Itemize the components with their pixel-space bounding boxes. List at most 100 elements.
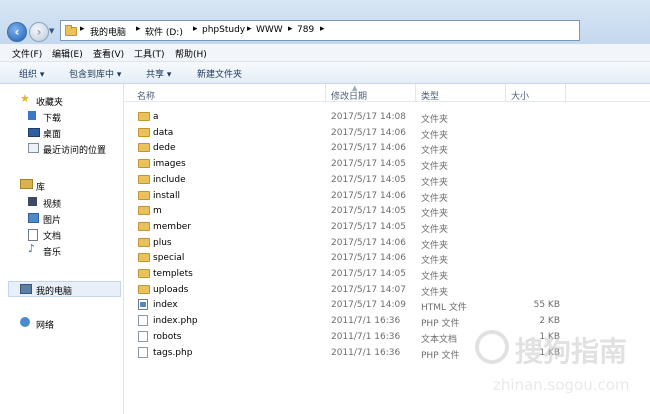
folder-icon [138, 174, 150, 184]
breadcrumb-789[interactable]: 789 [297, 25, 314, 35]
column-divider[interactable] [325, 84, 326, 101]
folder-icon [138, 206, 150, 216]
breadcrumb-drive-d[interactable]: 软件 (D:) [145, 25, 183, 38]
file-type: 文件夹 [421, 240, 449, 251]
file-type: HTML 文件 [421, 303, 467, 314]
history-dropdown-icon[interactable]: ▼ [49, 27, 57, 37]
breadcrumb-separator[interactable]: ▸ [320, 24, 325, 34]
file-row[interactable]: index 2017/5/17 14:09 HTML 文件 55 KB [124, 297, 650, 313]
file-date: 2017/5/17 14:05 [331, 221, 406, 232]
nav-desktop[interactable]: 桌面 [43, 127, 61, 140]
column-divider[interactable] [415, 84, 416, 101]
nav-recent-places[interactable]: 最近访问的位置 [43, 143, 106, 156]
column-divider[interactable] [505, 84, 506, 101]
file-name: index.php [153, 316, 198, 327]
menu-tools[interactable]: 工具(T) [134, 47, 165, 60]
recent-places-icon [28, 143, 39, 153]
nav-documents[interactable]: 文档 [43, 229, 61, 242]
nav-network[interactable]: 网络 [36, 318, 54, 331]
file-row[interactable]: images 2017/5/17 14:05 文件夹 [124, 156, 650, 172]
navigation-pane: ★ 收藏夹 下载 桌面 最近访问的位置 库 视频 图片 文档 ♪ 音乐 我的电脑… [0, 84, 124, 414]
folder-icon [138, 221, 150, 231]
file-row[interactable]: data 2017/5/17 14:06 文件夹 [124, 125, 650, 141]
file-name: uploads [153, 284, 189, 295]
star-icon: ★ [20, 92, 30, 105]
file-row[interactable]: a 2017/5/17 14:08 文件夹 [124, 109, 650, 125]
menu-help[interactable]: 帮助(H) [175, 47, 207, 60]
menu-view[interactable]: 查看(V) [93, 47, 124, 60]
file-row[interactable]: robots 2011/7/1 16:36 文本文档 1 KB [124, 329, 650, 345]
file-row[interactable]: plus 2017/5/17 14:06 文件夹 [124, 235, 650, 251]
column-type[interactable]: 类型 [421, 89, 439, 102]
music-note-icon: ♪ [28, 242, 36, 255]
breadcrumb-separator[interactable]: ▸ [288, 24, 293, 34]
file-name: tags.php [153, 347, 193, 358]
folder-icon [138, 127, 150, 137]
file-date: 2011/7/1 16:36 [331, 316, 401, 327]
file-name: images [153, 159, 186, 170]
file-type: 文件夹 [421, 193, 449, 204]
document-file-icon [138, 330, 148, 342]
column-name[interactable]: 名称 [137, 89, 155, 102]
file-row[interactable]: include 2017/5/17 14:05 文件夹 [124, 172, 650, 188]
nav-videos[interactable]: 视频 [43, 197, 61, 210]
file-type: PHP 文件 [421, 350, 460, 361]
menu-edit[interactable]: 编辑(E) [52, 47, 83, 60]
file-row[interactable]: m 2017/5/17 14:05 文件夹 [124, 203, 650, 219]
file-name: member [153, 221, 192, 232]
file-row[interactable]: uploads 2017/5/17 14:07 文件夹 [124, 282, 650, 298]
nav-libraries[interactable]: 库 [36, 180, 45, 193]
folder-icon [138, 143, 150, 153]
file-date: 2017/5/17 14:09 [331, 300, 406, 311]
file-date: 2017/5/17 14:06 [331, 190, 406, 201]
file-row[interactable]: templets 2017/5/17 14:05 文件夹 [124, 266, 650, 282]
breadcrumb-separator[interactable]: ▸ [80, 24, 85, 34]
download-icon [28, 111, 36, 120]
computer-icon [20, 284, 32, 294]
file-date: 2017/5/17 14:05 [331, 174, 406, 185]
file-type: 文件夹 [421, 177, 449, 188]
document-file-icon [138, 315, 148, 327]
breadcrumb-separator[interactable]: ▸ [247, 24, 252, 34]
file-row[interactable]: index.php 2011/7/1 16:36 PHP 文件 2 KB [124, 313, 650, 329]
organize-button[interactable]: 组织 ▾ [19, 67, 44, 80]
html-file-icon [138, 299, 148, 311]
address-box[interactable]: ▸ 我的电脑 ▸ 软件 (D:) ▸ phpStudy ▸ WWW ▸ 789 … [60, 20, 580, 41]
file-row[interactable]: install 2017/5/17 14:06 文件夹 [124, 188, 650, 204]
column-divider[interactable] [565, 84, 566, 101]
file-name: index [153, 300, 178, 311]
column-size[interactable]: 大小 [511, 89, 529, 102]
column-date-modified[interactable]: 修改日期 [331, 89, 367, 102]
menu-file[interactable]: 文件(F) [12, 47, 42, 60]
document-file-icon [138, 346, 148, 358]
file-row[interactable]: special 2017/5/17 14:06 文件夹 [124, 250, 650, 266]
nav-music[interactable]: 音乐 [43, 245, 61, 258]
nav-my-computer[interactable]: 我的电脑 [36, 284, 72, 297]
breadcrumb-separator[interactable]: ▸ [136, 24, 141, 34]
breadcrumb-phpstudy[interactable]: phpStudy [202, 25, 245, 35]
new-folder-button[interactable]: 新建文件夹 [197, 67, 242, 80]
share-button[interactable]: 共享 ▾ [146, 67, 171, 80]
back-button[interactable]: ‹ [7, 22, 27, 42]
file-name: a [153, 112, 159, 122]
include-in-library-button[interactable]: 包含到库中 ▾ [69, 67, 121, 80]
breadcrumb-separator[interactable]: ▸ [193, 24, 198, 34]
file-size: 1 KB [539, 347, 560, 358]
file-date: 2017/5/17 14:07 [331, 284, 406, 295]
nav-favorites[interactable]: 收藏夹 [36, 95, 63, 108]
document-icon [28, 229, 38, 241]
nav-pictures[interactable]: 图片 [43, 213, 61, 226]
file-row[interactable]: tags.php 2011/7/1 16:36 PHP 文件 1 KB [124, 345, 650, 361]
forward-arrow-icon: › [36, 25, 42, 39]
breadcrumb-www[interactable]: WWW [256, 25, 283, 35]
picture-icon [28, 213, 39, 223]
address-bar-area: ‹ › ▼ ▸ 我的电脑 ▸ 软件 (D:) ▸ phpStudy ▸ WWW … [0, 0, 650, 45]
folder-icon [138, 159, 150, 169]
file-name: robots [153, 331, 182, 342]
forward-button[interactable]: › [29, 22, 49, 42]
nav-downloads[interactable]: 下载 [43, 111, 61, 124]
file-type: 文件夹 [421, 287, 449, 298]
file-row[interactable]: member 2017/5/17 14:05 文件夹 [124, 219, 650, 235]
breadcrumb-my-computer[interactable]: 我的电脑 [90, 25, 126, 38]
file-row[interactable]: dede 2017/5/17 14:06 文件夹 [124, 140, 650, 156]
